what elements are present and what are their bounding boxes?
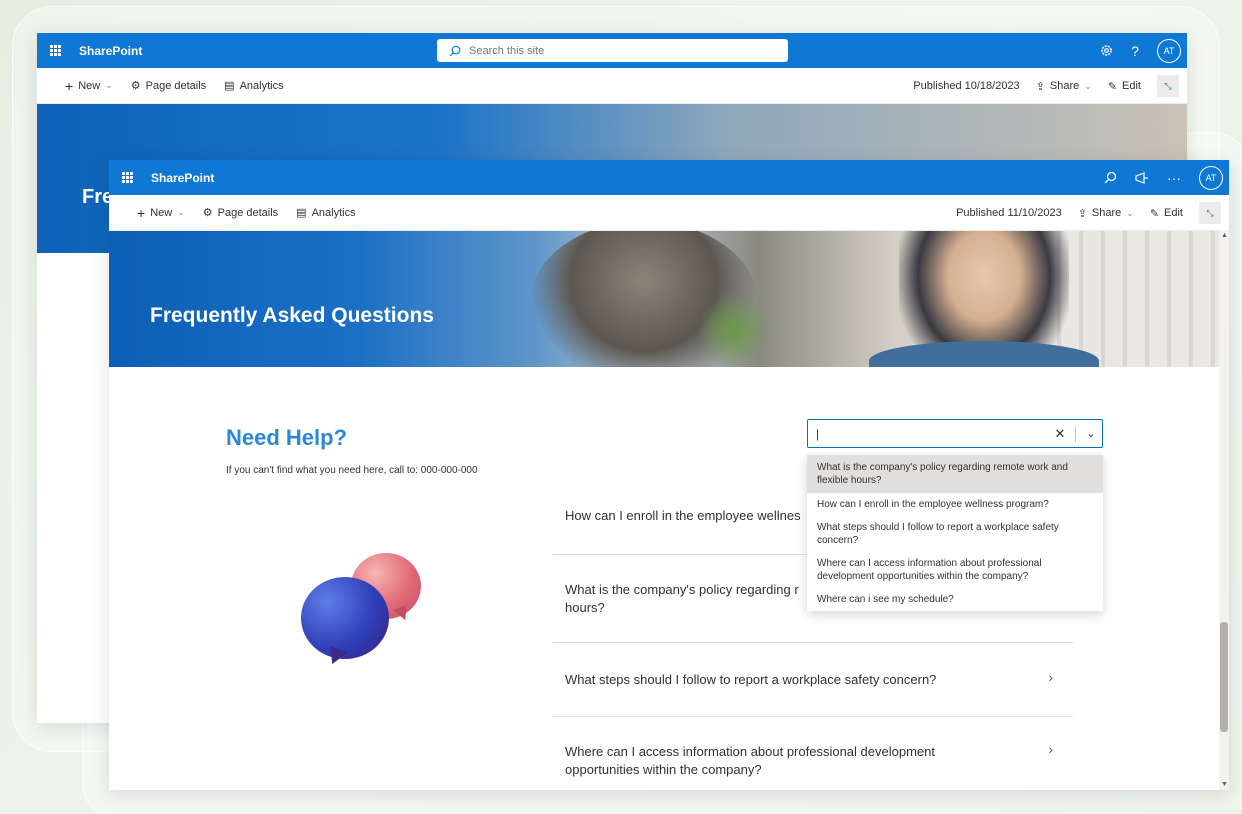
site-search-box[interactable] xyxy=(437,39,788,62)
clear-icon[interactable]: ✕ xyxy=(1049,426,1071,442)
scrollbar-thumb[interactable] xyxy=(1220,622,1228,732)
user-avatar[interactable]: AT xyxy=(1157,38,1181,63)
plus-icon: + xyxy=(137,204,146,221)
need-help-heading: Need Help? xyxy=(226,425,348,450)
edit-button[interactable]: ✎ Edit xyxy=(1108,80,1141,93)
app-launcher-button[interactable] xyxy=(109,160,145,195)
user-avatar[interactable]: AT xyxy=(1199,165,1223,190)
suite-bar-actions: ? AT xyxy=(1100,33,1181,68)
analytics-button[interactable]: ▤ Analytics xyxy=(224,79,284,93)
search-input[interactable] xyxy=(469,44,749,57)
analytics-label: Analytics xyxy=(239,79,284,92)
analytics-button[interactable]: ▤ Analytics xyxy=(296,206,356,220)
collapse-button[interactable]: ⤡ xyxy=(1157,75,1179,97)
help-question-icon[interactable]: ? xyxy=(1131,43,1139,59)
gear-icon: ⚙ xyxy=(130,80,141,92)
analytics-icon: ▤ xyxy=(224,80,235,92)
faq-question-line2: hours? xyxy=(565,600,605,615)
chevron-down-icon: ⌄ xyxy=(105,80,113,90)
chevron-right-icon[interactable]: › xyxy=(1048,669,1053,685)
new-button[interactable]: + New ⌄ xyxy=(65,78,113,94)
faq-item[interactable]: What steps should I follow to report a w… xyxy=(553,643,1073,717)
dropdown-option[interactable]: Where can i see my schedule? xyxy=(807,588,1103,611)
combobox-divider xyxy=(1075,425,1076,442)
chevron-down-icon: ⌄ xyxy=(1084,80,1092,91)
search-icon xyxy=(449,45,461,56)
blue-bubble xyxy=(301,577,389,659)
scroll-down-icon[interactable]: ▼ xyxy=(1221,781,1228,788)
share-button[interactable]: ⇪ Share ⌄ xyxy=(1078,207,1134,220)
faq-question: Where can I access information about pro… xyxy=(565,744,935,777)
suite-bar-actions: ··· AT xyxy=(1104,160,1223,195)
vertical-scrollbar[interactable]: ▲ ▼ xyxy=(1219,230,1229,790)
page-details-label: Page details xyxy=(145,79,207,92)
dropdown-option[interactable]: What steps should I follow to report a w… xyxy=(807,516,1103,552)
dropdown-option[interactable]: How can I enroll in the employee wellnes… xyxy=(807,493,1103,516)
edit-label: Edit xyxy=(1122,80,1141,92)
settings-gear-icon[interactable] xyxy=(1100,44,1113,57)
brand-name[interactable]: SharePoint xyxy=(151,171,214,185)
dropdown-option[interactable]: What is the company's policy regarding r… xyxy=(807,455,1103,493)
command-bar-right: Published 11/10/2023 ⇪ Share ⌄ ✎ Edit ⤡ xyxy=(956,195,1221,231)
page-details-button[interactable]: ⚙ Page details xyxy=(202,206,279,220)
combobox-input[interactable] xyxy=(808,420,1049,447)
brand-name[interactable]: SharePoint xyxy=(79,44,142,58)
page-details-label: Page details xyxy=(217,206,279,219)
faq-question-line1: What is the company's policy regarding r xyxy=(565,582,799,597)
faq-item[interactable]: Where can I access information about pro… xyxy=(553,717,1073,790)
plus-icon: + xyxy=(65,77,74,94)
page-title: Frequently Asked Questions xyxy=(150,304,434,327)
share-icon: ⇪ xyxy=(1035,80,1045,93)
front-browser-window: SharePoint ··· AT + New ⌄ ⚙ Page details… xyxy=(109,160,1229,790)
chevron-down-icon[interactable]: ⌄ xyxy=(1080,427,1102,440)
edit-button[interactable]: ✎ Edit xyxy=(1150,207,1183,220)
search-icon[interactable] xyxy=(1104,171,1117,184)
help-contact-text: If you can't find what you need here, ca… xyxy=(226,465,478,476)
share-icon: ⇪ xyxy=(1077,207,1087,220)
published-date: Published 10/18/2023 xyxy=(913,80,1020,92)
new-label: New xyxy=(78,79,101,92)
megaphone-icon[interactable] xyxy=(1135,171,1149,184)
share-label: Share xyxy=(1091,207,1122,219)
suite-bar: SharePoint ··· AT xyxy=(109,160,1229,195)
waffle-icon xyxy=(49,45,61,56)
page-details-button[interactable]: ⚙ Page details xyxy=(130,79,207,93)
chat-bubbles-icon xyxy=(299,547,429,668)
collapse-button[interactable]: ⤡ xyxy=(1199,202,1221,224)
collapse-arrows-icon: ⤡ xyxy=(1164,80,1172,91)
dropdown-option[interactable]: Where can I access information about pro… xyxy=(807,552,1103,588)
pencil-icon: ✎ xyxy=(1107,80,1118,93)
published-date: Published 11/10/2023 xyxy=(956,207,1062,219)
hero-banner: Frequently Asked Questions xyxy=(109,231,1229,367)
edit-label: Edit xyxy=(1164,207,1183,219)
hero-image-plant xyxy=(699,291,769,367)
collapse-arrows-icon: ⤡ xyxy=(1206,207,1214,218)
gear-icon: ⚙ xyxy=(202,207,213,219)
scroll-up-icon[interactable]: ▲ xyxy=(1221,232,1228,239)
waffle-icon xyxy=(121,172,133,183)
suite-bar: SharePoint ? AT xyxy=(37,33,1187,68)
faq-question: What steps should I follow to report a w… xyxy=(565,672,937,687)
new-button[interactable]: + New ⌄ xyxy=(137,205,185,221)
new-label: New xyxy=(150,206,173,219)
chevron-right-icon[interactable]: › xyxy=(1048,741,1053,757)
share-button[interactable]: ⇪ Share ⌄ xyxy=(1036,80,1092,93)
chevron-down-icon: ⌄ xyxy=(1126,207,1134,218)
command-bar-right: Published 10/18/2023 ⇪ Share ⌄ ✎ Edit ⤡ xyxy=(913,68,1179,104)
faq-search-combobox[interactable]: ✕ ⌄ xyxy=(807,419,1103,448)
analytics-icon: ▤ xyxy=(296,207,307,219)
combobox-dropdown: What is the company's policy regarding r… xyxy=(807,455,1103,611)
app-launcher-button[interactable] xyxy=(37,33,73,68)
share-label: Share xyxy=(1049,80,1080,92)
pencil-icon: ✎ xyxy=(1149,207,1160,220)
page-content: Need Help? If you can't find what you ne… xyxy=(109,367,1229,790)
analytics-label: Analytics xyxy=(311,206,356,219)
chevron-down-icon: ⌄ xyxy=(177,207,185,217)
command-bar: + New ⌄ ⚙ Page details ▤ Analytics Publi… xyxy=(109,195,1229,231)
more-options-icon[interactable]: ··· xyxy=(1167,170,1181,186)
command-bar: + New ⌄ ⚙ Page details ▤ Analytics Publi… xyxy=(37,68,1187,104)
